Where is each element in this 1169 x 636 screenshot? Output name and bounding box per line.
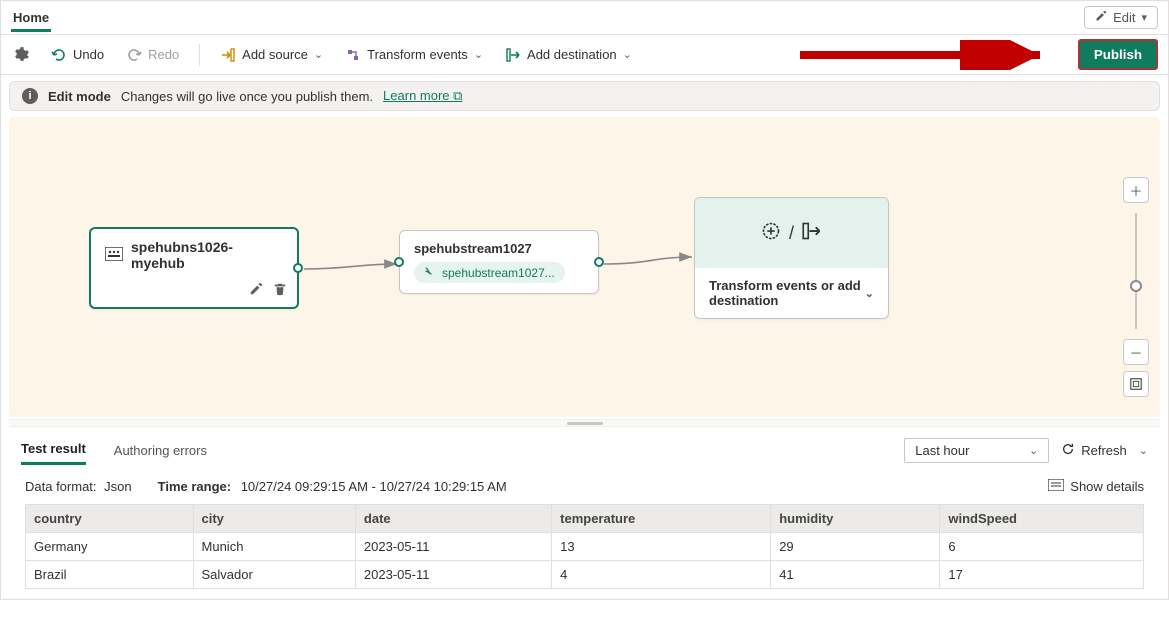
transform-icon xyxy=(345,47,361,63)
add-source-button[interactable]: Add source ⌄ xyxy=(218,43,325,67)
table-row[interactable]: GermanyMunich2023-05-1113296 xyxy=(26,533,1144,561)
transform-label: Transform events xyxy=(367,47,468,62)
undo-label: Undo xyxy=(73,47,104,62)
edit-mode-title: Edit mode xyxy=(48,89,111,104)
stream-pill-label: spehubstream1027... xyxy=(442,266,555,280)
col-humidity[interactable]: humidity xyxy=(771,505,940,533)
timerange-display: 10/27/24 09:29:15 AM - 10/27/24 10:29:15… xyxy=(241,479,507,494)
show-details-button[interactable]: Show details xyxy=(1048,479,1144,494)
timerange-value: Last hour xyxy=(915,443,969,458)
undo-button[interactable]: Undo xyxy=(49,43,106,67)
edit-mode-msg: Changes will go live once you publish th… xyxy=(121,89,373,104)
gear-icon xyxy=(13,47,29,63)
zoom-controls: ＋ － xyxy=(1122,177,1150,397)
chevron-down-icon: ⌄ xyxy=(623,48,632,61)
refresh-icon xyxy=(1061,442,1075,459)
learn-more-link[interactable]: Learn more ⧉ xyxy=(383,88,462,104)
eventhub-icon xyxy=(105,247,123,264)
edit-label: Edit xyxy=(1113,10,1135,25)
fit-to-screen-button[interactable] xyxy=(1123,371,1149,397)
tab-test-result[interactable]: Test result xyxy=(21,435,86,465)
stream-pill[interactable]: spehubstream1027... xyxy=(414,262,565,283)
edit-mode-banner: i Edit mode Changes will go live once yo… xyxy=(9,81,1160,111)
col-temperature[interactable]: temperature xyxy=(552,505,771,533)
placeholder-node-text: Transform events or add destination xyxy=(709,278,865,308)
edit-dropdown[interactable]: Edit ▾ xyxy=(1084,6,1158,29)
external-link-icon: ⧉ xyxy=(453,88,462,103)
redo-button[interactable]: Redo xyxy=(124,43,181,67)
details-icon xyxy=(1048,479,1064,494)
node-output-port[interactable] xyxy=(293,263,303,273)
pencil-icon[interactable] xyxy=(249,282,263,299)
settings-button[interactable] xyxy=(11,43,31,67)
timerange-label: Time range: xyxy=(158,479,231,494)
stream-node[interactable]: spehubstream1027 spehubstream1027... xyxy=(399,230,599,294)
tab-home[interactable]: Home xyxy=(11,4,51,32)
chevron-down-icon: ⌄ xyxy=(1029,444,1038,457)
trash-icon[interactable] xyxy=(273,282,287,299)
col-city[interactable]: city xyxy=(193,505,355,533)
tab-authoring-errors[interactable]: Authoring errors xyxy=(114,437,207,464)
chevron-down-icon: ▾ xyxy=(1141,11,1147,24)
refresh-label: Refresh xyxy=(1081,443,1127,458)
results-table: countrycitydatetemperaturehumiditywindSp… xyxy=(25,504,1144,589)
chevron-down-icon: ⌄ xyxy=(314,48,323,61)
refresh-button[interactable]: Refresh xyxy=(1061,442,1127,459)
dataformat-label: Data format: xyxy=(25,479,97,494)
show-details-label: Show details xyxy=(1070,479,1144,494)
redo-icon xyxy=(126,47,142,63)
destination-out-icon xyxy=(505,47,521,63)
dataformat-value: Json xyxy=(104,479,131,494)
slash-text: / xyxy=(789,223,794,244)
add-destination-label: Add destination xyxy=(527,47,617,62)
publish-button[interactable]: Publish xyxy=(1078,39,1158,70)
source-node[interactable]: spehubns1026-myehub xyxy=(89,227,299,309)
add-destination-button[interactable]: Add destination ⌄ xyxy=(503,43,634,67)
stream-node-title: spehubstream1027 xyxy=(414,241,584,256)
zoom-handle[interactable] xyxy=(1130,280,1142,292)
destination-out-icon xyxy=(802,221,822,246)
chevron-down-icon[interactable]: ⌄ xyxy=(865,287,874,300)
zoom-out-button[interactable]: － xyxy=(1123,339,1149,365)
redo-label: Redo xyxy=(148,47,179,62)
source-node-title: spehubns1026-myehub xyxy=(131,239,283,271)
col-country[interactable]: country xyxy=(26,505,194,533)
chevron-down-icon[interactable]: ⌄ xyxy=(1139,444,1148,457)
panel-resize-handle[interactable] xyxy=(9,419,1160,427)
col-date[interactable]: date xyxy=(355,505,551,533)
pencil-icon xyxy=(1095,10,1107,25)
node-input-port[interactable] xyxy=(394,257,404,267)
transform-icon xyxy=(761,221,781,246)
info-icon: i xyxy=(22,88,38,104)
timerange-dropdown[interactable]: Last hour ⌄ xyxy=(904,438,1049,463)
table-row[interactable]: BrazilSalvador2023-05-1144117 xyxy=(26,561,1144,589)
add-source-label: Add source xyxy=(242,47,308,62)
chevron-down-icon: ⌄ xyxy=(474,48,483,61)
placeholder-node[interactable]: / Transform events or add destination ⌄ xyxy=(694,197,889,319)
stream-icon xyxy=(424,265,436,280)
zoom-slider[interactable] xyxy=(1135,213,1137,329)
annotation-arrow xyxy=(800,40,1060,70)
undo-icon xyxy=(51,47,67,63)
node-output-port[interactable] xyxy=(594,257,604,267)
pipeline-canvas[interactable]: spehubns1026-myehub spehubstream1027 spe… xyxy=(9,117,1160,417)
col-windSpeed[interactable]: windSpeed xyxy=(940,505,1144,533)
source-in-icon xyxy=(220,47,236,63)
learn-more-label: Learn more xyxy=(383,88,449,103)
zoom-in-button[interactable]: ＋ xyxy=(1123,177,1149,203)
transform-events-button[interactable]: Transform events ⌄ xyxy=(343,43,485,67)
